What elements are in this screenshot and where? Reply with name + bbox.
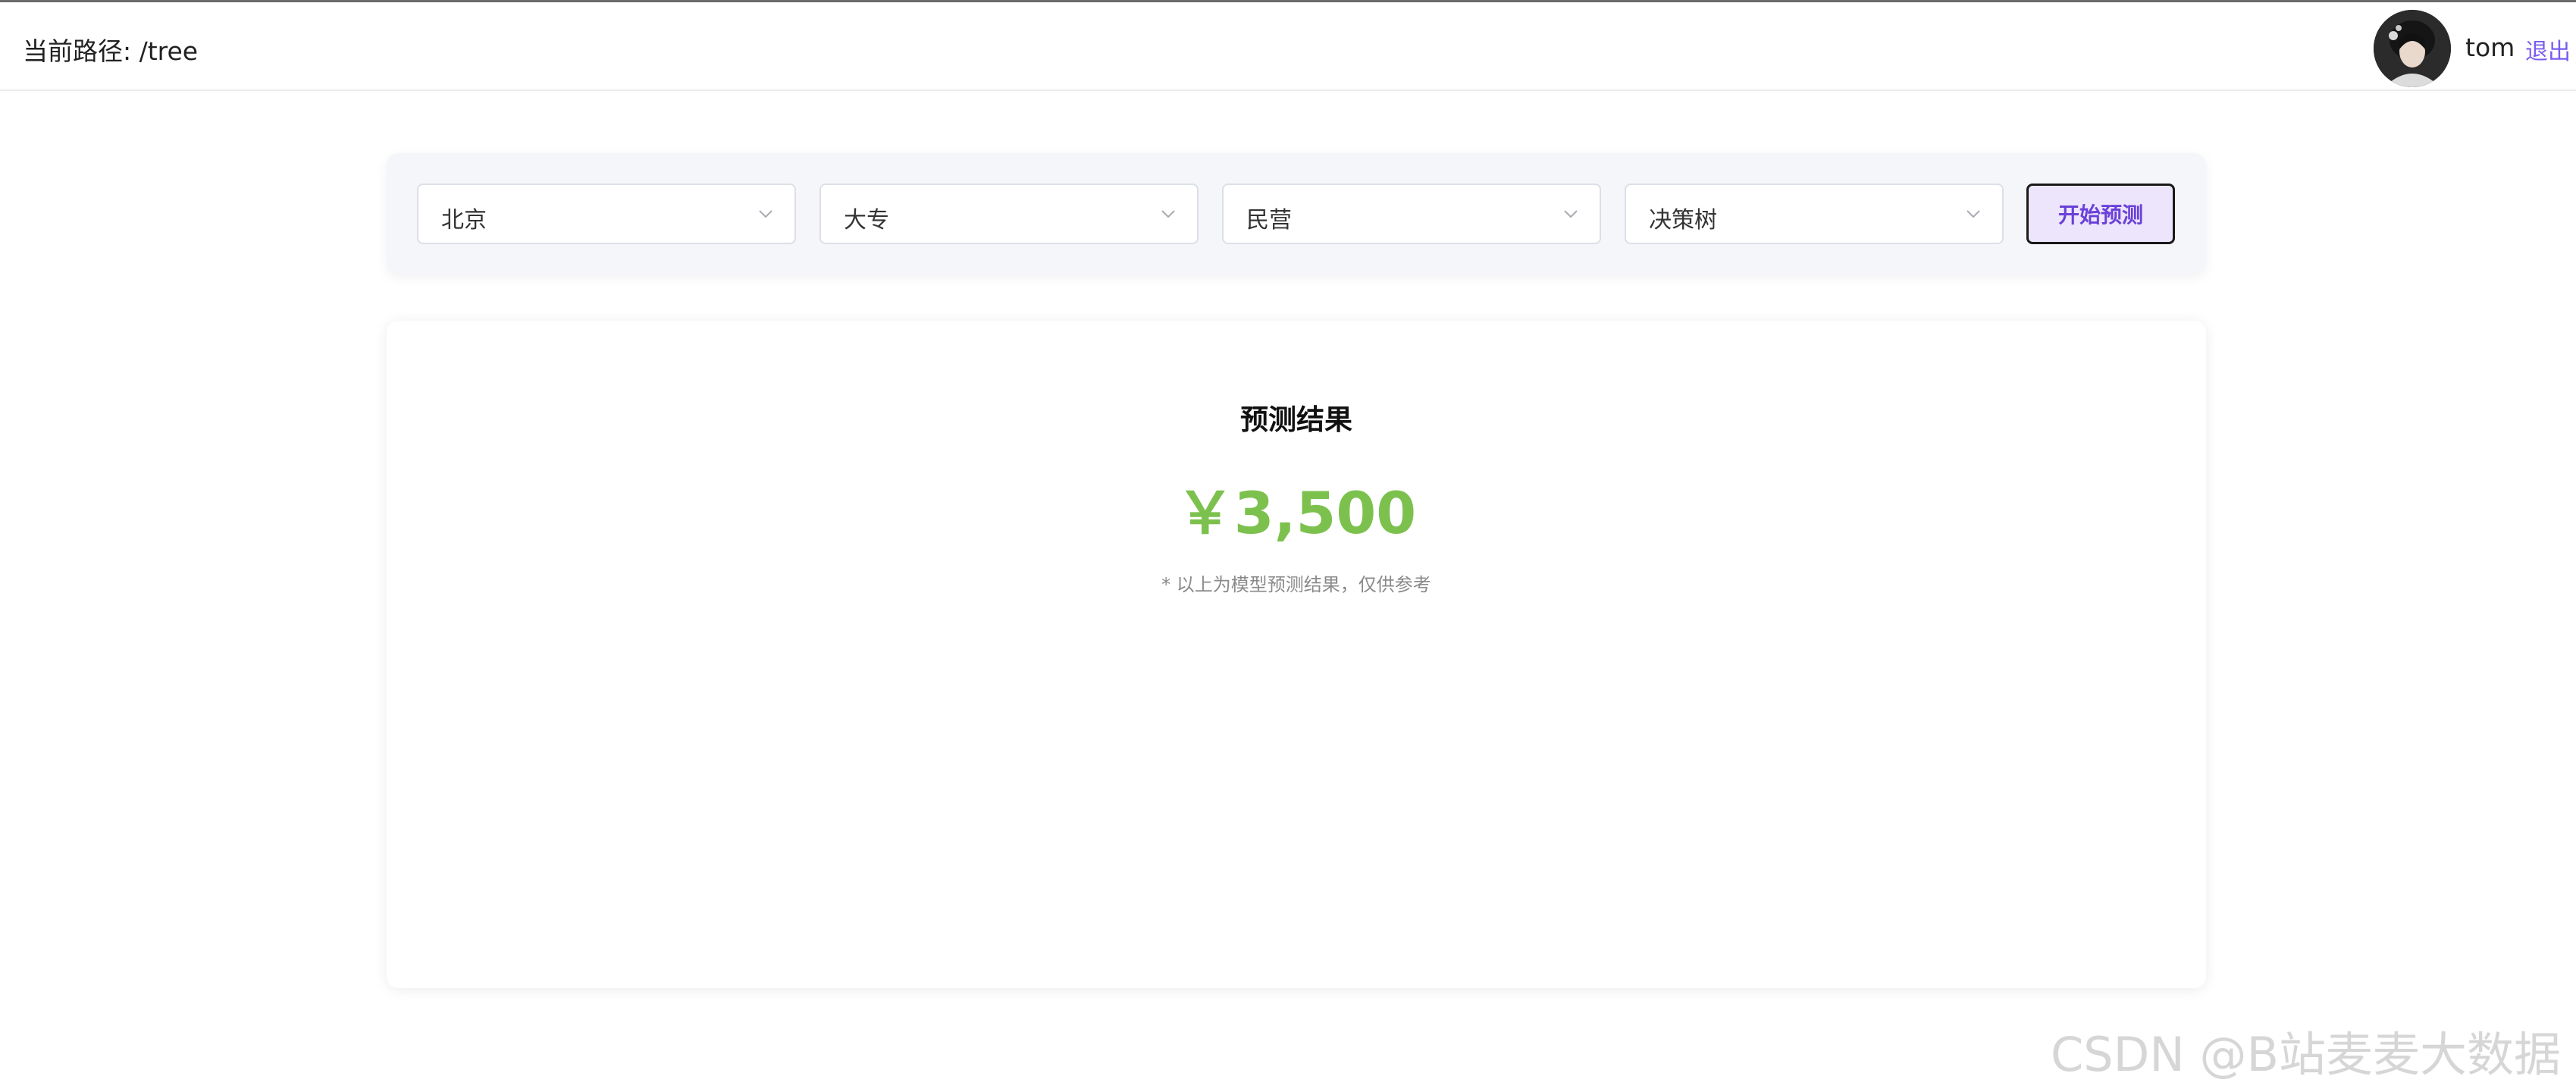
chevron-down-icon [759, 210, 772, 218]
username: tom [2465, 33, 2515, 62]
result-value: ￥3,500 [1176, 479, 1417, 547]
education-select-value: 大专 [844, 207, 889, 234]
chevron-down-icon [1161, 210, 1175, 218]
avatar-image [2374, 10, 2451, 87]
chevron-down-icon [1564, 210, 1578, 218]
breadcrumb: 当前路径: /tree [23, 36, 199, 66]
avatar[interactable] [2374, 10, 2451, 87]
model-select-value: 决策树 [1649, 207, 1717, 234]
city-select[interactable]: 北京 [417, 184, 796, 244]
start-predict-button[interactable]: 开始预测 [2026, 184, 2175, 244]
logout-link[interactable]: 退出 [2525, 33, 2571, 66]
top-header: 当前路径: /tree tom 退出 [0, 2, 2576, 91]
company-type-select-value: 民营 [1246, 207, 1292, 234]
result-title: 预测结果 [1240, 403, 1352, 436]
result-card: 预测结果 ￥3,500 * 以上为模型预测结果，仅供参考 [387, 321, 2206, 988]
result-note: * 以上为模型预测结果，仅供参考 [1161, 574, 1431, 595]
education-select[interactable]: 大专 [819, 184, 1199, 244]
city-select-value: 北京 [441, 207, 487, 234]
watermark: CSDN @B站麦麦大数据 [2051, 1027, 2562, 1082]
chevron-down-icon [1966, 210, 1980, 218]
filter-bar: 北京 大专 民营 决策树 开始预测 [387, 153, 2206, 275]
model-select[interactable]: 决策树 [1625, 184, 2004, 244]
company-type-select[interactable]: 民营 [1222, 184, 1601, 244]
